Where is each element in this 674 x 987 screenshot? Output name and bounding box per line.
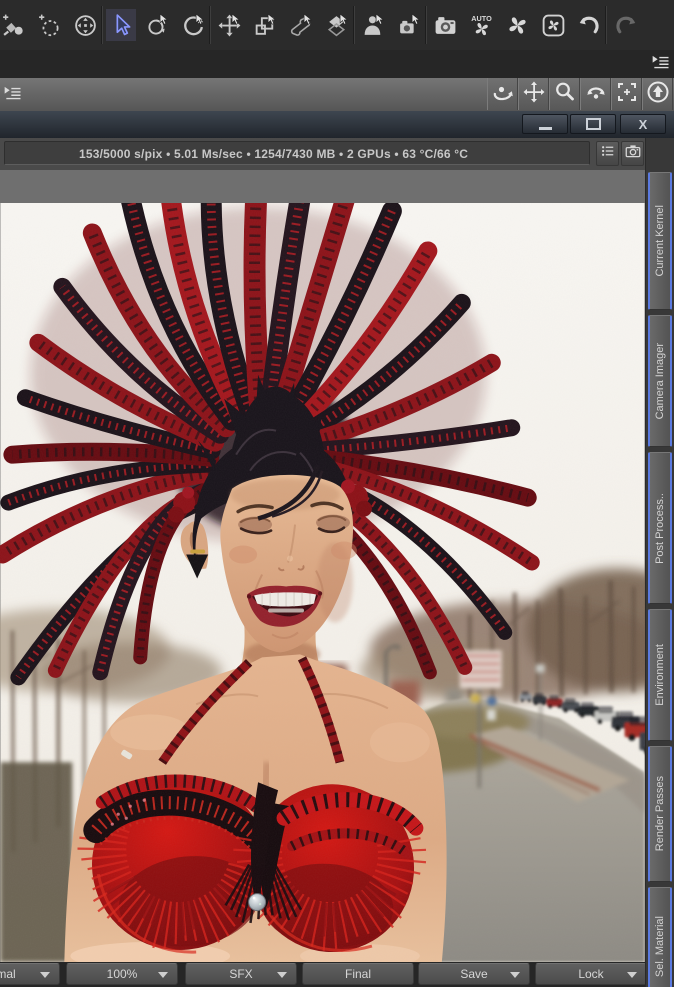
tab-sel-material[interactable]: Sel. Material xyxy=(648,887,672,987)
render-bottom-bar: rmal 100% SFX Final Save Lock xyxy=(0,962,645,987)
bottom-final-button[interactable]: Final xyxy=(302,963,414,985)
tab-post-process[interactable]: Post Process.. xyxy=(648,452,672,604)
frame-view-button[interactable] xyxy=(611,78,642,110)
tab-label: Post Process.. xyxy=(654,492,666,564)
headlamp-settings-icon[interactable] xyxy=(538,9,568,41)
select-pointer-icon[interactable] xyxy=(106,9,136,41)
bottom-lock-button[interactable]: Lock xyxy=(535,963,645,985)
surface-select-icon[interactable] xyxy=(322,9,352,41)
render-history-icon xyxy=(599,142,617,165)
auto-headlamp-icon[interactable]: AUTO xyxy=(466,9,496,41)
render-progress-text: 153/5000 s/pix • 5.01 Ms/sec • 1254/7430… xyxy=(4,141,590,165)
viewport-toolbar xyxy=(0,78,674,112)
universal-tool-icon[interactable] xyxy=(0,9,28,41)
render-camera-icon[interactable] xyxy=(430,9,460,41)
tab-camera-imager[interactable]: Camera Imager xyxy=(648,315,672,447)
minimize-button[interactable] xyxy=(522,114,568,134)
main-toolbar: AUTO xyxy=(0,0,674,51)
redo-icon[interactable] xyxy=(610,9,640,41)
render-viewport[interactable] xyxy=(0,170,645,962)
dropdown-arrow-icon xyxy=(510,972,520,978)
button-label: Lock xyxy=(578,967,604,981)
rotate-view-icon xyxy=(584,80,608,109)
bottom-rmal-button[interactable]: rmal xyxy=(0,963,60,985)
viewport-orb-icon[interactable] xyxy=(70,9,100,41)
maximize-icon xyxy=(585,118,601,130)
tab-render-passes[interactable]: Render Passes xyxy=(648,746,672,882)
button-label: Final xyxy=(344,967,371,981)
pan-icon xyxy=(522,80,546,109)
pane-options-icon[interactable] xyxy=(3,84,23,104)
snapshot-icon xyxy=(624,142,642,165)
secondary-bar xyxy=(0,50,674,79)
tab-label: Current Kernel xyxy=(654,205,666,277)
render-window: AUTO X 153/5000 s/pix • 5.01 Ms/sec • 12… xyxy=(0,0,674,987)
pane-options-icon[interactable] xyxy=(651,53,671,73)
button-label: rmal xyxy=(0,967,16,981)
zoom-button[interactable] xyxy=(549,78,580,110)
rotate-tool-icon[interactable] xyxy=(178,9,208,41)
render-settings-tabstrip: Current Kernel Camera Imager Post Process.… xyxy=(645,138,674,987)
dropdown-arrow-icon xyxy=(627,972,637,978)
minimize-icon xyxy=(538,126,552,130)
home-view-icon xyxy=(646,80,670,109)
dropdown-arrow-icon xyxy=(277,972,287,978)
snapshot-button[interactable] xyxy=(621,141,644,166)
frame-view-icon xyxy=(615,80,639,109)
rotate-node-icon[interactable] xyxy=(142,9,172,41)
home-view-button[interactable] xyxy=(642,78,673,110)
spot-render-icon[interactable] xyxy=(394,9,424,41)
toolbar-separator xyxy=(354,6,355,44)
bone-tool-icon[interactable] xyxy=(286,9,316,41)
bottom-sfx-button[interactable]: SFX xyxy=(185,963,297,985)
tab-environment[interactable]: Environment xyxy=(648,609,672,741)
headlamp-icon[interactable] xyxy=(502,9,532,41)
render-history-button[interactable] xyxy=(596,141,619,166)
button-label: Save xyxy=(460,967,488,981)
toolbar-separator xyxy=(426,6,427,44)
render-status-bar: 153/5000 s/pix • 5.01 Ms/sec • 1254/7430… xyxy=(0,138,645,170)
pan-button[interactable] xyxy=(518,78,549,110)
tab-label: Environment xyxy=(654,644,666,706)
tab-current-kernel[interactable]: Current Kernel xyxy=(648,172,672,310)
close-button[interactable]: X xyxy=(620,114,666,134)
render-image xyxy=(0,203,645,962)
rotate-view-button[interactable] xyxy=(580,78,611,110)
toolbar-separator xyxy=(102,6,103,44)
tab-label: Camera Imager xyxy=(654,342,666,420)
scale-tool-icon[interactable] xyxy=(250,9,280,41)
svg-text:AUTO: AUTO xyxy=(471,13,492,22)
lasso-select-icon[interactable] xyxy=(34,9,64,41)
maximize-button[interactable] xyxy=(570,114,616,134)
bottom-100-button[interactable]: 100% xyxy=(66,963,178,985)
tab-label: Sel. Material xyxy=(654,916,666,978)
button-label: 100% xyxy=(106,967,138,981)
toolbar-separator xyxy=(606,6,607,44)
dropdown-arrow-icon xyxy=(158,972,168,978)
close-icon: X xyxy=(638,116,648,132)
toolbar-separator xyxy=(210,6,211,44)
figure-select-icon[interactable] xyxy=(358,9,388,41)
button-label: SFX xyxy=(229,967,253,981)
window-titlebar: X xyxy=(0,111,674,139)
bottom-save-button[interactable]: Save xyxy=(418,963,530,985)
dropdown-arrow-icon xyxy=(40,972,50,978)
undo-icon[interactable] xyxy=(574,9,604,41)
orbit-icon xyxy=(491,80,515,109)
orbit-button[interactable] xyxy=(487,78,518,110)
translate-tool-icon[interactable] xyxy=(214,9,244,41)
tab-label: Render Passes xyxy=(654,776,666,852)
zoom-icon xyxy=(553,80,577,109)
